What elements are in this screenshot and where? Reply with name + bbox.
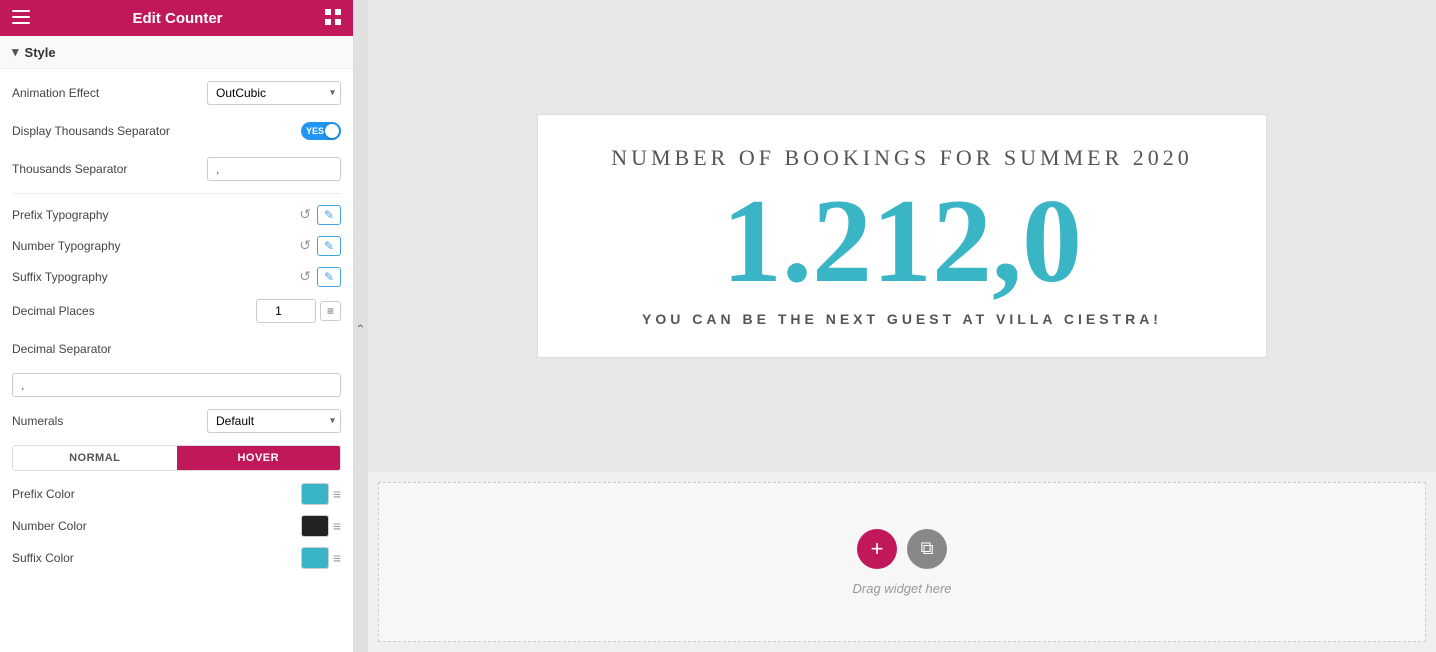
suffix-color-controls: ≡ — [301, 547, 341, 569]
counter-number: 1.212,0 — [578, 181, 1226, 301]
suffix-typography-controls: ↺ ✎ — [297, 266, 341, 287]
decimal-places-label: Decimal Places — [12, 304, 256, 318]
thousands-separator-input[interactable] — [207, 157, 341, 181]
decimal-places-input[interactable] — [256, 299, 316, 323]
thousands-separator-row: Thousands Separator — [12, 155, 341, 183]
prefix-typography-reset-button[interactable]: ↺ — [297, 204, 313, 225]
panel-title: Edit Counter — [30, 10, 325, 27]
section-label: Style — [25, 45, 56, 60]
chevron-down-icon: ▾ — [12, 44, 19, 60]
add-widget-button[interactable]: + — [857, 529, 897, 569]
number-color-swatch[interactable] — [301, 515, 329, 537]
toggle-track[interactable]: YES — [301, 122, 341, 140]
animation-effect-row: Animation Effect OutCubic Linear InCubic… — [12, 79, 341, 107]
counter-title: NUMBER OF BOOKINGS FOR SUMMER 2020 — [578, 145, 1226, 171]
preview-area: NUMBER OF BOOKINGS FOR SUMMER 2020 1.212… — [368, 0, 1436, 472]
suffix-typography-label: Suffix Typography — [12, 270, 297, 284]
suffix-color-row: Suffix Color ≡ — [12, 547, 341, 569]
suffix-color-label: Suffix Color — [12, 551, 301, 565]
number-typography-controls: ↺ ✎ — [297, 235, 341, 256]
thousands-separator-label: Thousands Separator — [12, 162, 207, 176]
prefix-typography-label: Prefix Typography — [12, 208, 297, 222]
number-typography-row: Number Typography ↺ ✎ — [12, 235, 341, 256]
right-panel: NUMBER OF BOOKINGS FOR SUMMER 2020 1.212… — [368, 0, 1436, 652]
number-color-label: Number Color — [12, 519, 301, 533]
suffix-typography-row: Suffix Typography ↺ ✎ — [12, 266, 341, 287]
decimal-separator-row: Decimal Separator — [12, 335, 341, 363]
panel-header: Edit Counter — [0, 0, 353, 36]
collapse-arrow-icon: ‹ — [354, 320, 368, 332]
decimal-separator-label: Decimal Separator — [12, 342, 341, 356]
prefix-typography-row: Prefix Typography ↺ ✎ — [12, 204, 341, 225]
toggle-yes-label: YES — [306, 126, 324, 136]
left-panel: Edit Counter ▾ Style Animation Effect Ou… — [0, 0, 354, 652]
decimal-places-controls: ≡ — [256, 299, 341, 323]
grid-icon[interactable] — [325, 9, 341, 28]
prefix-color-row: Prefix Color ≡ — [12, 483, 341, 505]
state-tabs: NORMAL HOVER — [12, 445, 341, 471]
number-color-controls: ≡ — [301, 515, 341, 537]
number-typography-label: Number Typography — [12, 239, 297, 253]
animation-effect-label: Animation Effect — [12, 86, 207, 100]
counter-widget: NUMBER OF BOOKINGS FOR SUMMER 2020 1.212… — [537, 114, 1267, 358]
prefix-color-swatch[interactable] — [301, 483, 329, 505]
plus-icon: + — [871, 536, 884, 562]
prefix-color-controls: ≡ — [301, 483, 341, 505]
section-header[interactable]: ▾ Style — [0, 36, 353, 69]
collapse-panel-button[interactable]: ‹ — [354, 0, 368, 652]
suffix-color-swatch[interactable] — [301, 547, 329, 569]
copy-icon: ⧉ — [921, 538, 934, 559]
numerals-label: Numerals — [12, 414, 207, 428]
toggle-wrapper[interactable]: YES — [301, 122, 341, 140]
drop-zone: + ⧉ Drag widget here — [378, 482, 1426, 642]
number-color-row: Number Color ≡ — [12, 515, 341, 537]
display-thousands-label: Display Thousands Separator — [12, 124, 301, 138]
drop-buttons: + ⧉ — [857, 529, 947, 569]
decimal-places-row: Decimal Places ≡ — [12, 297, 341, 325]
display-thousands-row: Display Thousands Separator YES — [12, 117, 341, 145]
drop-zone-text: Drag widget here — [853, 581, 952, 596]
tab-hover[interactable]: HOVER — [177, 446, 341, 470]
numerals-select-wrapper: Default Eastern Arabic Persian ▾ — [207, 409, 341, 433]
hamburger-icon[interactable] — [12, 10, 30, 27]
counter-subtitle: YOU CAN BE THE NEXT GUEST AT VILLA CIEST… — [578, 311, 1226, 327]
animation-effect-select-wrapper: OutCubic Linear InCubic ▾ — [207, 81, 341, 105]
suffix-color-menu-button[interactable]: ≡ — [333, 550, 341, 566]
panel-content: Animation Effect OutCubic Linear InCubic… — [0, 69, 353, 589]
prefix-color-menu-button[interactable]: ≡ — [333, 486, 341, 502]
numerals-select[interactable]: Default Eastern Arabic Persian — [207, 409, 341, 433]
decimal-places-stepper[interactable]: ≡ — [320, 301, 341, 321]
number-color-menu-button[interactable]: ≡ — [333, 518, 341, 534]
animation-effect-select[interactable]: OutCubic Linear InCubic — [207, 81, 341, 105]
prefix-color-label: Prefix Color — [12, 487, 301, 501]
prefix-typography-edit-button[interactable]: ✎ — [317, 205, 341, 225]
decimal-separator-input[interactable] — [12, 373, 341, 397]
number-typography-edit-button[interactable]: ✎ — [317, 236, 341, 256]
toggle-thumb — [325, 124, 339, 138]
prefix-typography-controls: ↺ ✎ — [297, 204, 341, 225]
numerals-row: Numerals Default Eastern Arabic Persian … — [12, 407, 341, 435]
copy-widget-button[interactable]: ⧉ — [907, 529, 947, 569]
suffix-typography-reset-button[interactable]: ↺ — [297, 266, 313, 287]
tab-normal[interactable]: NORMAL — [13, 446, 177, 470]
suffix-typography-edit-button[interactable]: ✎ — [317, 267, 341, 287]
number-typography-reset-button[interactable]: ↺ — [297, 235, 313, 256]
